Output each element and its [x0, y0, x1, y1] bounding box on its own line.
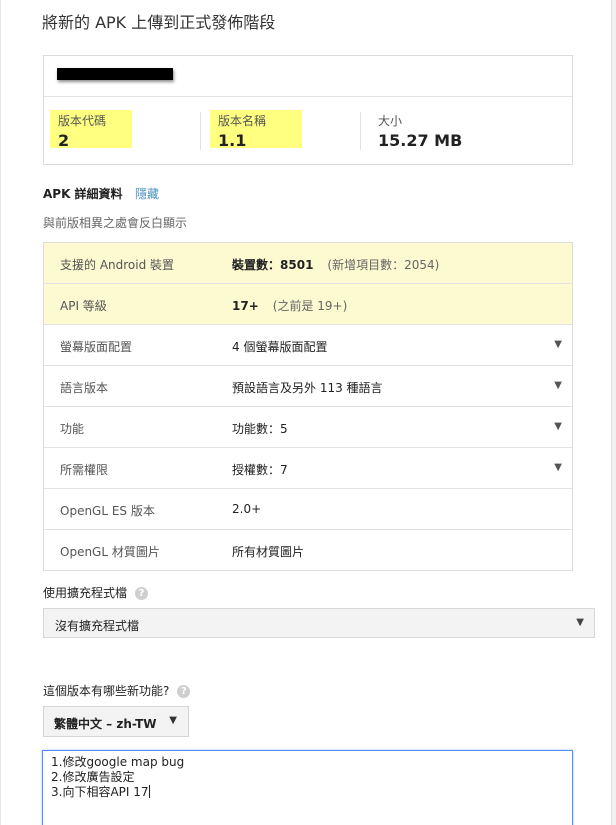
table-row-expandable[interactable]: 語言版本 預設語言及另外 113 種語言 ▼ [44, 366, 572, 407]
release-note-line: 2.修改廣告設定 [51, 770, 135, 784]
row-value: 所有材質圖片 [232, 545, 305, 559]
row-key: OpenGL ES 版本 [60, 504, 155, 518]
redacted-app-name [57, 68, 173, 80]
row-value: 2.0+ [232, 502, 262, 516]
triangle-down-icon[interactable]: ▼ [554, 339, 562, 350]
apk-details-heading: APK 詳細資料 [43, 187, 123, 201]
apk-summary-card: 版本代碼 2 版本名稱 1.1 大小 15.27 MB [43, 55, 573, 165]
size-stat: 大小 15.27 MB [370, 110, 490, 150]
question-circle-icon[interactable]: ? [177, 685, 191, 698]
row-key: 功能 [60, 422, 85, 436]
row-key: 支援的 Android 裝置 [60, 258, 175, 272]
expansion-file-selected: 沒有擴充程式檔 [55, 619, 140, 633]
size-value: 15.27 MB [378, 131, 463, 150]
version-name-label: 版本名稱 [218, 114, 267, 128]
text-caret [148, 785, 150, 798]
stat-separator [200, 112, 201, 150]
table-row-expandable[interactable]: 所需權限 授權數：7 ▼ [44, 448, 572, 489]
triangle-down-icon: ▼ [169, 715, 177, 726]
table-row: OpenGL 材質圖片 所有材質圖片 [44, 530, 572, 570]
question-circle-icon[interactable]: ? [135, 587, 149, 600]
table-row-expandable[interactable]: 螢幕版面配置 4 個螢幕版面配置 ▼ [44, 325, 572, 366]
version-name-stat: 版本名稱 1.1 [210, 110, 304, 150]
version-name-value: 1.1 [218, 131, 247, 150]
stat-separator [360, 112, 361, 150]
apk-details-subtitle: 與前版相異之處會反白顯示 [43, 216, 188, 230]
whats-new-label: 這個版本有哪些新功能?? [43, 682, 191, 699]
table-row: API 等級 17+ (之前是 19+) [44, 284, 572, 325]
row-value: 裝置數：8501 (新增項目數：2054) [232, 258, 440, 272]
triangle-down-icon[interactable]: ▼ [554, 380, 562, 391]
release-notes-textarea[interactable]: 1.修改google map bug 2.修改廣告設定 3.向下相容API 17 [42, 750, 573, 825]
size-label: 大小 [378, 114, 403, 128]
release-note-line: 3.向下相容API 17 [51, 785, 150, 799]
version-code-value: 2 [58, 131, 70, 150]
row-key: OpenGL 材質圖片 [60, 545, 160, 559]
page-title: 將新的 APK 上傳到正式發佈階段 [42, 13, 276, 32]
row-value: 17+ (之前是 19+) [232, 299, 348, 313]
row-value: 授權數：7 [232, 463, 288, 477]
apk-details-table: 支援的 Android 裝置 裝置數：8501 (新增項目數：2054) API … [43, 242, 573, 571]
hide-details-link[interactable]: 隱藏 [135, 185, 159, 202]
language-selected: 繁體中文 – zh-TW [54, 717, 157, 731]
triangle-down-icon[interactable]: ▼ [554, 421, 562, 432]
table-row-expandable[interactable]: 功能 功能數：5 ▼ [44, 407, 572, 448]
expansion-file-select[interactable]: 沒有擴充程式檔 ▼ [43, 608, 595, 638]
upload-apk-panel: 將新的 APK 上傳到正式發佈階段 版本代碼 2 版本名稱 1.1 大小 15.… [0, 0, 612, 825]
row-key: 螢幕版面配置 [60, 340, 133, 354]
row-value: 功能數：5 [232, 422, 288, 436]
row-key: API 等級 [60, 299, 107, 313]
row-value: 預設語言及另外 113 種語言 [232, 381, 383, 395]
triangle-down-icon: ▼ [576, 617, 584, 628]
row-key: 所需權限 [60, 463, 109, 477]
summary-divider [44, 96, 572, 97]
triangle-down-icon[interactable]: ▼ [554, 462, 562, 473]
row-key: 語言版本 [60, 381, 109, 395]
expansion-file-label: 使用擴充程式檔? [43, 584, 149, 601]
release-note-line: 1.修改google map bug [51, 755, 185, 769]
version-code-label: 版本代碼 [58, 114, 107, 128]
table-row: OpenGL ES 版本 2.0+ [44, 489, 572, 530]
row-value: 4 個螢幕版面配置 [232, 340, 328, 354]
language-select-button[interactable]: 繁體中文 – zh-TW ▼ [43, 706, 189, 737]
version-code-stat: 版本代碼 2 [50, 110, 134, 150]
table-row: 支援的 Android 裝置 裝置數：8501 (新增項目數：2054) [44, 243, 572, 284]
